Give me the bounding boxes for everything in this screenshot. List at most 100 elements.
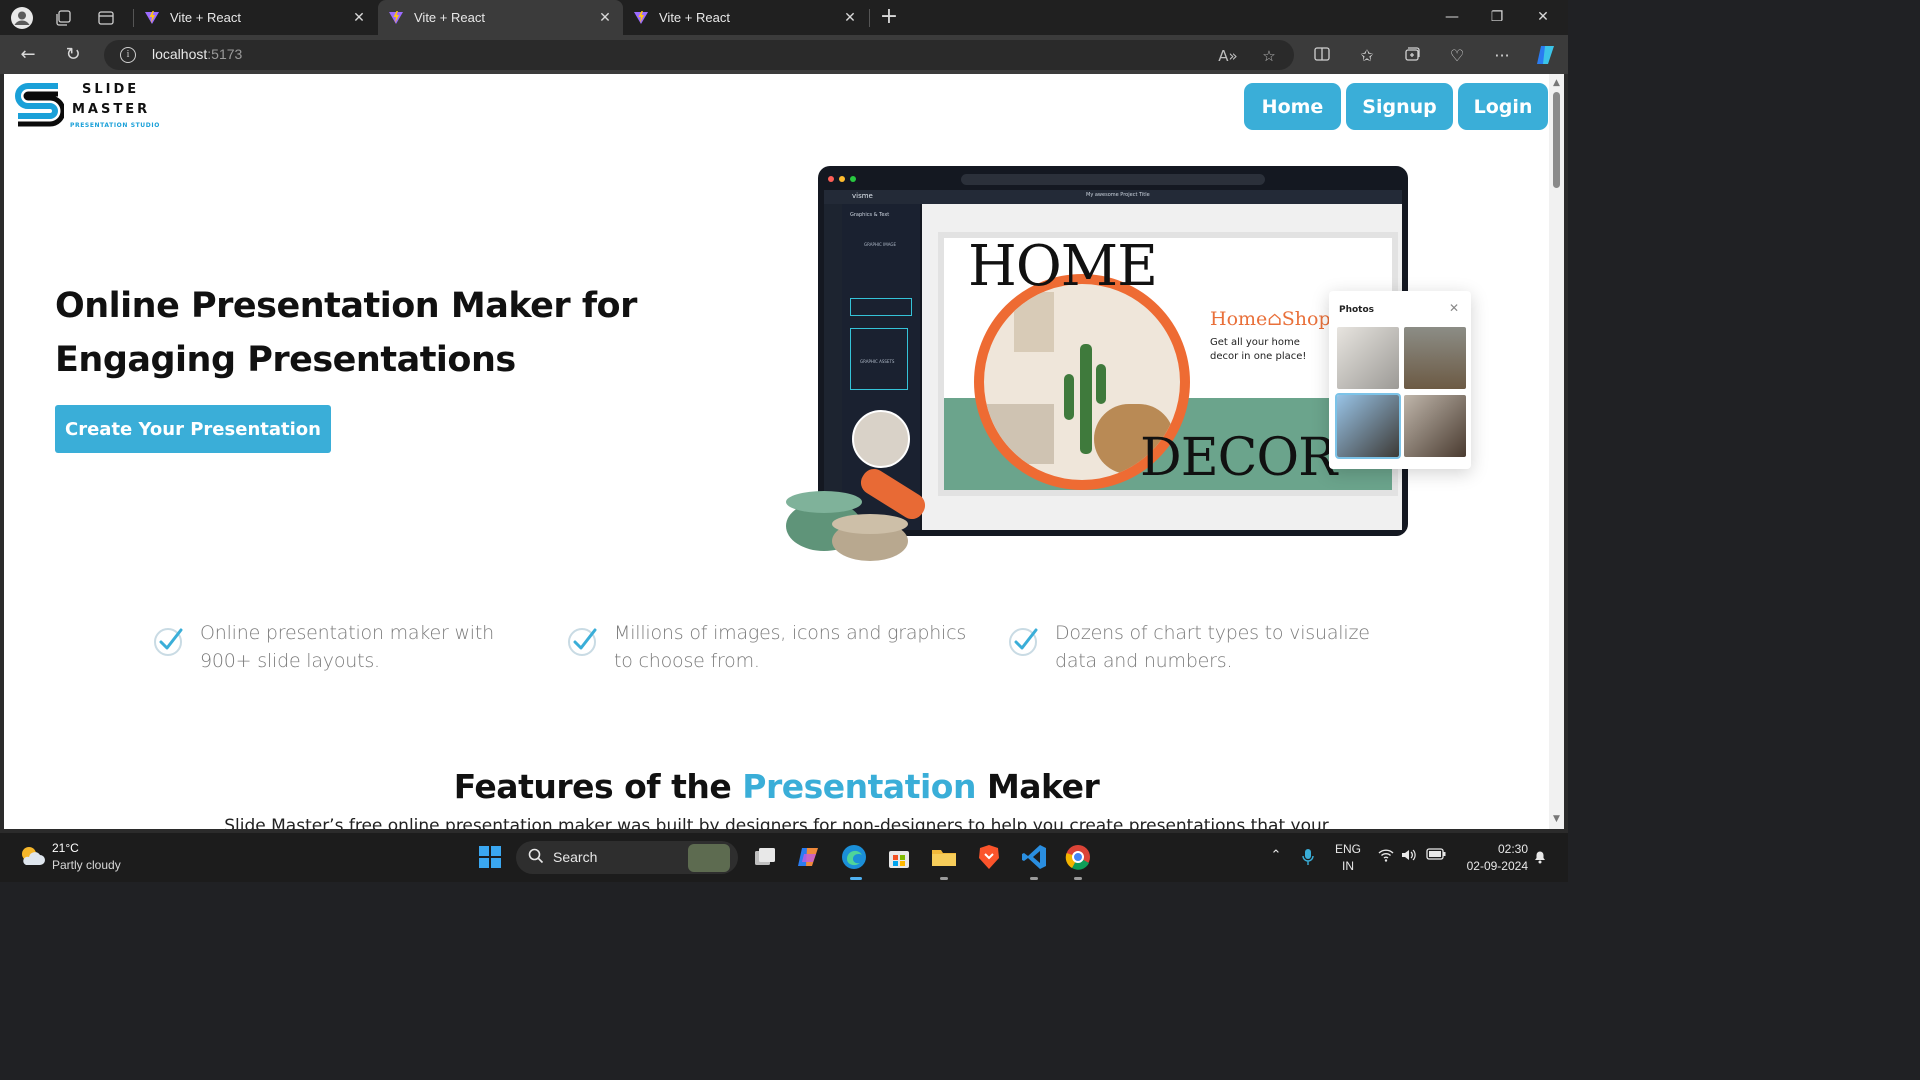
favorite-star-icon[interactable]: ☆ [1259, 46, 1279, 66]
url-text[interactable]: localhost:5173 [152, 46, 242, 62]
hero-title: Online Presentation Maker for Engaging P… [55, 279, 695, 387]
mockup-panel-box [850, 298, 912, 316]
mockup-brand: visme [852, 192, 873, 200]
photo-thumb [1337, 327, 1399, 389]
task-view-icon[interactable] [750, 842, 780, 872]
open-app-indicator [1030, 877, 1038, 880]
minimize-icon[interactable]: — [1439, 6, 1465, 28]
read-aloud-icon[interactable]: A» [1218, 46, 1238, 66]
active-app-indicator [850, 877, 862, 880]
edge-browser-icon[interactable] [839, 842, 869, 872]
tab-title: Vite + React [414, 10, 485, 25]
weather-temperature[interactable]: 21°C [52, 841, 79, 855]
scroll-up-icon[interactable]: ▲ [1551, 78, 1562, 88]
editor-mockup-illustration: visme My awesome Project Title Graphics … [780, 166, 1480, 566]
photo-thumb [1335, 393, 1401, 459]
mockup-panel-item: GRAPHIC IMAGE [864, 242, 897, 247]
windows-start-icon[interactable] [475, 842, 505, 872]
mockup-app-bar: visme My awesome Project Title [824, 190, 1402, 204]
photos-close-icon: ✕ [1449, 301, 1460, 315]
weather-description[interactable]: Partly cloudy [52, 858, 121, 872]
site-info-icon[interactable]: i [120, 47, 136, 63]
mockup-panel-title: Graphics & Text [850, 212, 890, 218]
feature-text: Online presentation maker with 900+ slid… [200, 622, 494, 672]
partly-cloudy-icon[interactable] [18, 843, 46, 871]
slide-subtitle: Get all your home decor in one place! [1210, 337, 1307, 362]
green-cylinder-top [786, 491, 862, 513]
close-window-icon[interactable]: ✕ [1530, 6, 1556, 28]
tab-1[interactable]: Vite + React ✕ [134, 0, 377, 35]
scroll-down-icon[interactable]: ▼ [1551, 814, 1562, 824]
back-icon[interactable]: ← [14, 41, 42, 69]
check-icon [568, 628, 597, 656]
tab-3[interactable]: Vite + React ✕ [623, 0, 868, 35]
language-indicator[interactable]: ENG IN [1330, 841, 1366, 875]
page-viewport: SLIDE MASTER PRESENTATION STUDIO Home Si… [4, 74, 1549, 829]
windows-taskbar: 21°C Partly cloudy Search ⌃ ENG IN 02:30… [0, 833, 1568, 882]
mockup-round-thumb [852, 410, 910, 468]
refresh-icon[interactable]: ↻ [59, 41, 87, 69]
mockup-project-title: My awesome Project Title [1086, 192, 1150, 198]
mockup-url-bar [961, 174, 1265, 185]
copilot-app-icon[interactable] [794, 842, 824, 872]
mockup-assets-box: GRAPHIC ASSETS [850, 328, 908, 390]
chrome-icon[interactable] [1063, 842, 1093, 872]
system-clock[interactable]: 02:30 02-09-2024 [1454, 841, 1528, 875]
check-icon [1009, 628, 1038, 656]
address-bar[interactable]: i localhost:5173 A» ☆ [104, 40, 1294, 70]
screen: Vite + React ✕ Vite + React ✕ Vite + Rea… [0, 0, 1568, 882]
close-tab-icon[interactable]: ✕ [351, 9, 367, 26]
browser-essentials-icon[interactable]: ♡ [1446, 45, 1468, 67]
login-button[interactable]: Login [1458, 83, 1548, 130]
microsoft-store-icon[interactable] [884, 842, 914, 872]
battery-icon[interactable] [1426, 848, 1446, 864]
copilot-icon[interactable] [1533, 43, 1559, 69]
scrollbar-thumb[interactable] [1553, 92, 1560, 188]
photos-panel: Photos ✕ [1329, 291, 1471, 469]
wifi-icon[interactable] [1378, 848, 1394, 866]
vertical-tabs-icon[interactable] [94, 6, 118, 30]
favorites-icon[interactable]: ✩ [1356, 45, 1378, 67]
taskbar-search[interactable]: Search [516, 841, 738, 874]
new-tab-button[interactable]: + [876, 5, 902, 31]
brave-browser-icon[interactable] [974, 842, 1004, 872]
hero-title-line-2: Engaging Presentations [55, 340, 516, 380]
more-options-icon[interactable]: ··· [1491, 45, 1513, 67]
slide-master-logo[interactable]: SLIDE MASTER PRESENTATION STUDIO [14, 80, 164, 130]
logo-word-1: SLIDE [82, 82, 140, 97]
features-section-title: Features of the Presentation Maker [453, 767, 1100, 806]
photos-title: Photos [1339, 305, 1375, 315]
hero-title-line-1: Online Presentation Maker for [55, 286, 637, 326]
vite-favicon-icon [389, 10, 403, 24]
show-hidden-icons-icon[interactable]: ⌃ [1268, 848, 1284, 863]
vite-favicon-icon [145, 10, 159, 24]
feature-item: Millions of images, icons and graphics t… [566, 619, 986, 679]
split-screen-icon[interactable] [1311, 45, 1333, 67]
workspaces-icon[interactable] [51, 6, 75, 30]
slide-home-shop: Home⌂Shop [1210, 308, 1331, 330]
tab-strip: Vite + React ✕ Vite + React ✕ Vite + Rea… [0, 0, 1568, 35]
feature-text: Millions of images, icons and graphics t… [614, 622, 967, 672]
collections-icon[interactable] [1401, 45, 1423, 67]
search-label: Search [553, 849, 598, 865]
restore-icon[interactable]: ❐ [1484, 6, 1510, 28]
vscode-icon[interactable] [1019, 842, 1049, 872]
volume-icon[interactable] [1401, 848, 1417, 866]
open-app-indicator [1074, 877, 1082, 880]
slide-decor-word: DECOR [1140, 428, 1337, 488]
notification-bell-icon[interactable] [1532, 848, 1548, 868]
feature-item: Online presentation maker with 900+ slid… [152, 619, 512, 679]
mockup-side-rail [824, 204, 842, 530]
browser-toolbar: ← ↻ i localhost:5173 A» ☆ ✩ ♡ ··· [0, 35, 1568, 74]
home-button[interactable]: Home [1244, 83, 1341, 130]
tab-2-active[interactable]: Vite + React ✕ [378, 0, 623, 35]
signup-button[interactable]: Signup [1346, 83, 1453, 130]
create-presentation-button[interactable]: Create Your Presentation [55, 405, 331, 453]
logo-tagline: PRESENTATION STUDIO [70, 122, 160, 129]
close-tab-icon[interactable]: ✕ [842, 9, 858, 26]
microphone-icon[interactable] [1299, 848, 1317, 870]
file-explorer-icon[interactable] [929, 842, 959, 872]
profile-icon[interactable] [10, 6, 34, 30]
close-tab-icon[interactable]: ✕ [597, 9, 613, 26]
page-scrollbar[interactable]: ▲ ▼ [1549, 74, 1564, 829]
